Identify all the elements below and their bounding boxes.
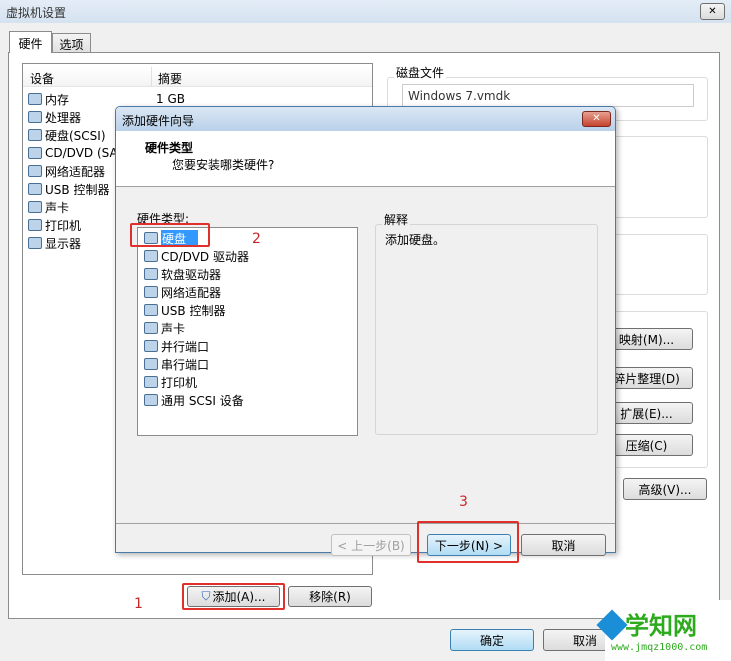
list-item-label: 内存 [45,92,70,107]
cd-icon [144,250,158,262]
list-item[interactable]: 软盘驱动器 [144,265,221,283]
explanation-label: 解释 [382,211,411,228]
list-item[interactable]: 通用 SCSI 设备 [144,391,244,409]
list-item-label: USB 控制器 [161,303,226,318]
list-item[interactable]: 处理器 [28,108,81,126]
list-item-label: 硬盘(SCSI) [45,128,106,143]
advanced-button[interactable]: 高级(V)... [623,478,707,500]
annotation-box-2 [130,223,210,247]
list-item-label: CD/DVD 驱动器 [161,249,249,264]
list-item-label: 打印机 [161,375,198,390]
network-icon [28,165,42,177]
sound-icon [144,322,158,334]
wizard-cancel-button[interactable]: 取消 [521,534,606,556]
list-item-label: 声卡 [45,200,70,215]
list-item[interactable]: 显示器 [28,234,81,252]
list-item[interactable]: 并行端口 [144,337,209,355]
list-item[interactable]: 打印机 [144,373,197,391]
list-header: 设备 摘要 [23,67,372,87]
usb-icon [28,183,42,195]
list-item[interactable]: 内存 1 GB [28,90,185,108]
watermark-logo: 学知网 [625,612,697,640]
wizard-heading: 硬件类型 [145,141,194,155]
shield-icon: ⛉ [201,589,211,603]
list-item-label: 通用 SCSI 设备 [161,393,244,408]
list-item[interactable]: 打印机 [28,216,81,234]
list-item-label: CD/DVD (SA [45,146,118,160]
list-item-label: 软盘驱动器 [161,267,222,282]
printer-icon [28,219,42,231]
disk-file-label: 磁盘文件 [394,64,447,81]
add-hardware-wizard: 添加硬件向导 ✕ 硬件类型 您要安装哪类硬件? 硬件类型: 硬盘 CD/DVD 驱… [115,106,616,556]
list-item[interactable]: USB 控制器 [144,301,225,319]
column-device[interactable]: 设备 [30,70,54,87]
display-icon [28,237,42,249]
list-item[interactable]: USB 控制器 [28,180,109,198]
list-item[interactable]: 硬盘(SCSI) [28,126,106,144]
sound-icon [28,201,42,213]
list-item[interactable]: 网络适配器 [28,162,105,180]
window-title: 虚拟机设置 [6,6,67,20]
tab-hardware[interactable]: 硬件 [9,31,52,53]
annotation-box-3 [417,521,519,563]
wizard-divider [116,523,615,524]
list-item-label: 并行端口 [161,339,210,354]
list-item-label: 声卡 [161,321,186,336]
annotation-number-3: 3 [459,494,468,510]
watermark-url: www.jmqz1000.com [611,642,708,653]
wizard-close-button[interactable]: ✕ [582,111,611,127]
parallel-port-icon [144,340,158,352]
list-item[interactable]: 声卡 [144,319,185,337]
cd-icon [28,147,42,159]
list-item[interactable]: CD/DVD 驱动器 [144,247,249,265]
ok-button[interactable]: 确定 [450,629,534,651]
watermark: 学知网 www.jmqz1000.com [596,600,731,661]
serial-port-icon [144,358,158,370]
list-item-summary: 1 GB [156,92,185,106]
list-item[interactable]: CD/DVD (SA [28,144,118,162]
annotation-number-1: 1 [134,596,143,612]
add-label: 添加(A)... [212,590,266,604]
list-item[interactable]: 串行端口 [144,355,209,373]
list-item-label: 显示器 [45,236,82,251]
back-button[interactable]: < 上一步(B) [331,534,411,556]
add-button[interactable]: ⛉ 添加(A)... [187,586,280,607]
explanation-group [375,224,598,435]
window-close-button[interactable]: ✕ [700,3,725,20]
column-summary[interactable]: 摘要 [158,70,182,87]
memory-icon [28,93,42,105]
hard-disk-icon [28,129,42,141]
printer-icon [144,376,158,388]
wizard-title-bar: 添加硬件向导 ✕ [116,107,615,131]
title-bar: 虚拟机设置 ✕ [0,0,731,23]
annotation-number-2: 2 [252,231,261,247]
list-item-label: 串行端口 [161,357,210,372]
list-item-label: 网络适配器 [161,285,222,300]
cpu-icon [28,111,42,123]
list-item-label: 打印机 [45,218,82,233]
network-icon [144,286,158,298]
wizard-subheading: 您要安装哪类硬件? [172,158,275,172]
list-item-label: USB 控制器 [45,182,110,197]
list-item-label: 处理器 [45,110,82,125]
list-item[interactable]: 声卡 [28,198,69,216]
scsi-icon [144,394,158,406]
explanation-text: 添加硬盘。 [385,233,446,247]
wizard-header: 硬件类型 您要安装哪类硬件? [116,131,615,187]
disk-file-input[interactable] [402,84,694,107]
remove-button[interactable]: 移除(R) [288,586,372,607]
floppy-icon [144,268,158,280]
list-item[interactable]: 网络适配器 [144,283,221,301]
tab-options[interactable]: 选项 [52,33,91,52]
usb-icon [144,304,158,316]
wizard-title: 添加硬件向导 [122,114,195,128]
hardware-type-list[interactable]: 硬盘 CD/DVD 驱动器 软盘驱动器 网络适配器 USB 控制器 声卡 并行端口 串行端口打… [137,227,358,436]
list-item-label: 网络适配器 [45,164,106,179]
